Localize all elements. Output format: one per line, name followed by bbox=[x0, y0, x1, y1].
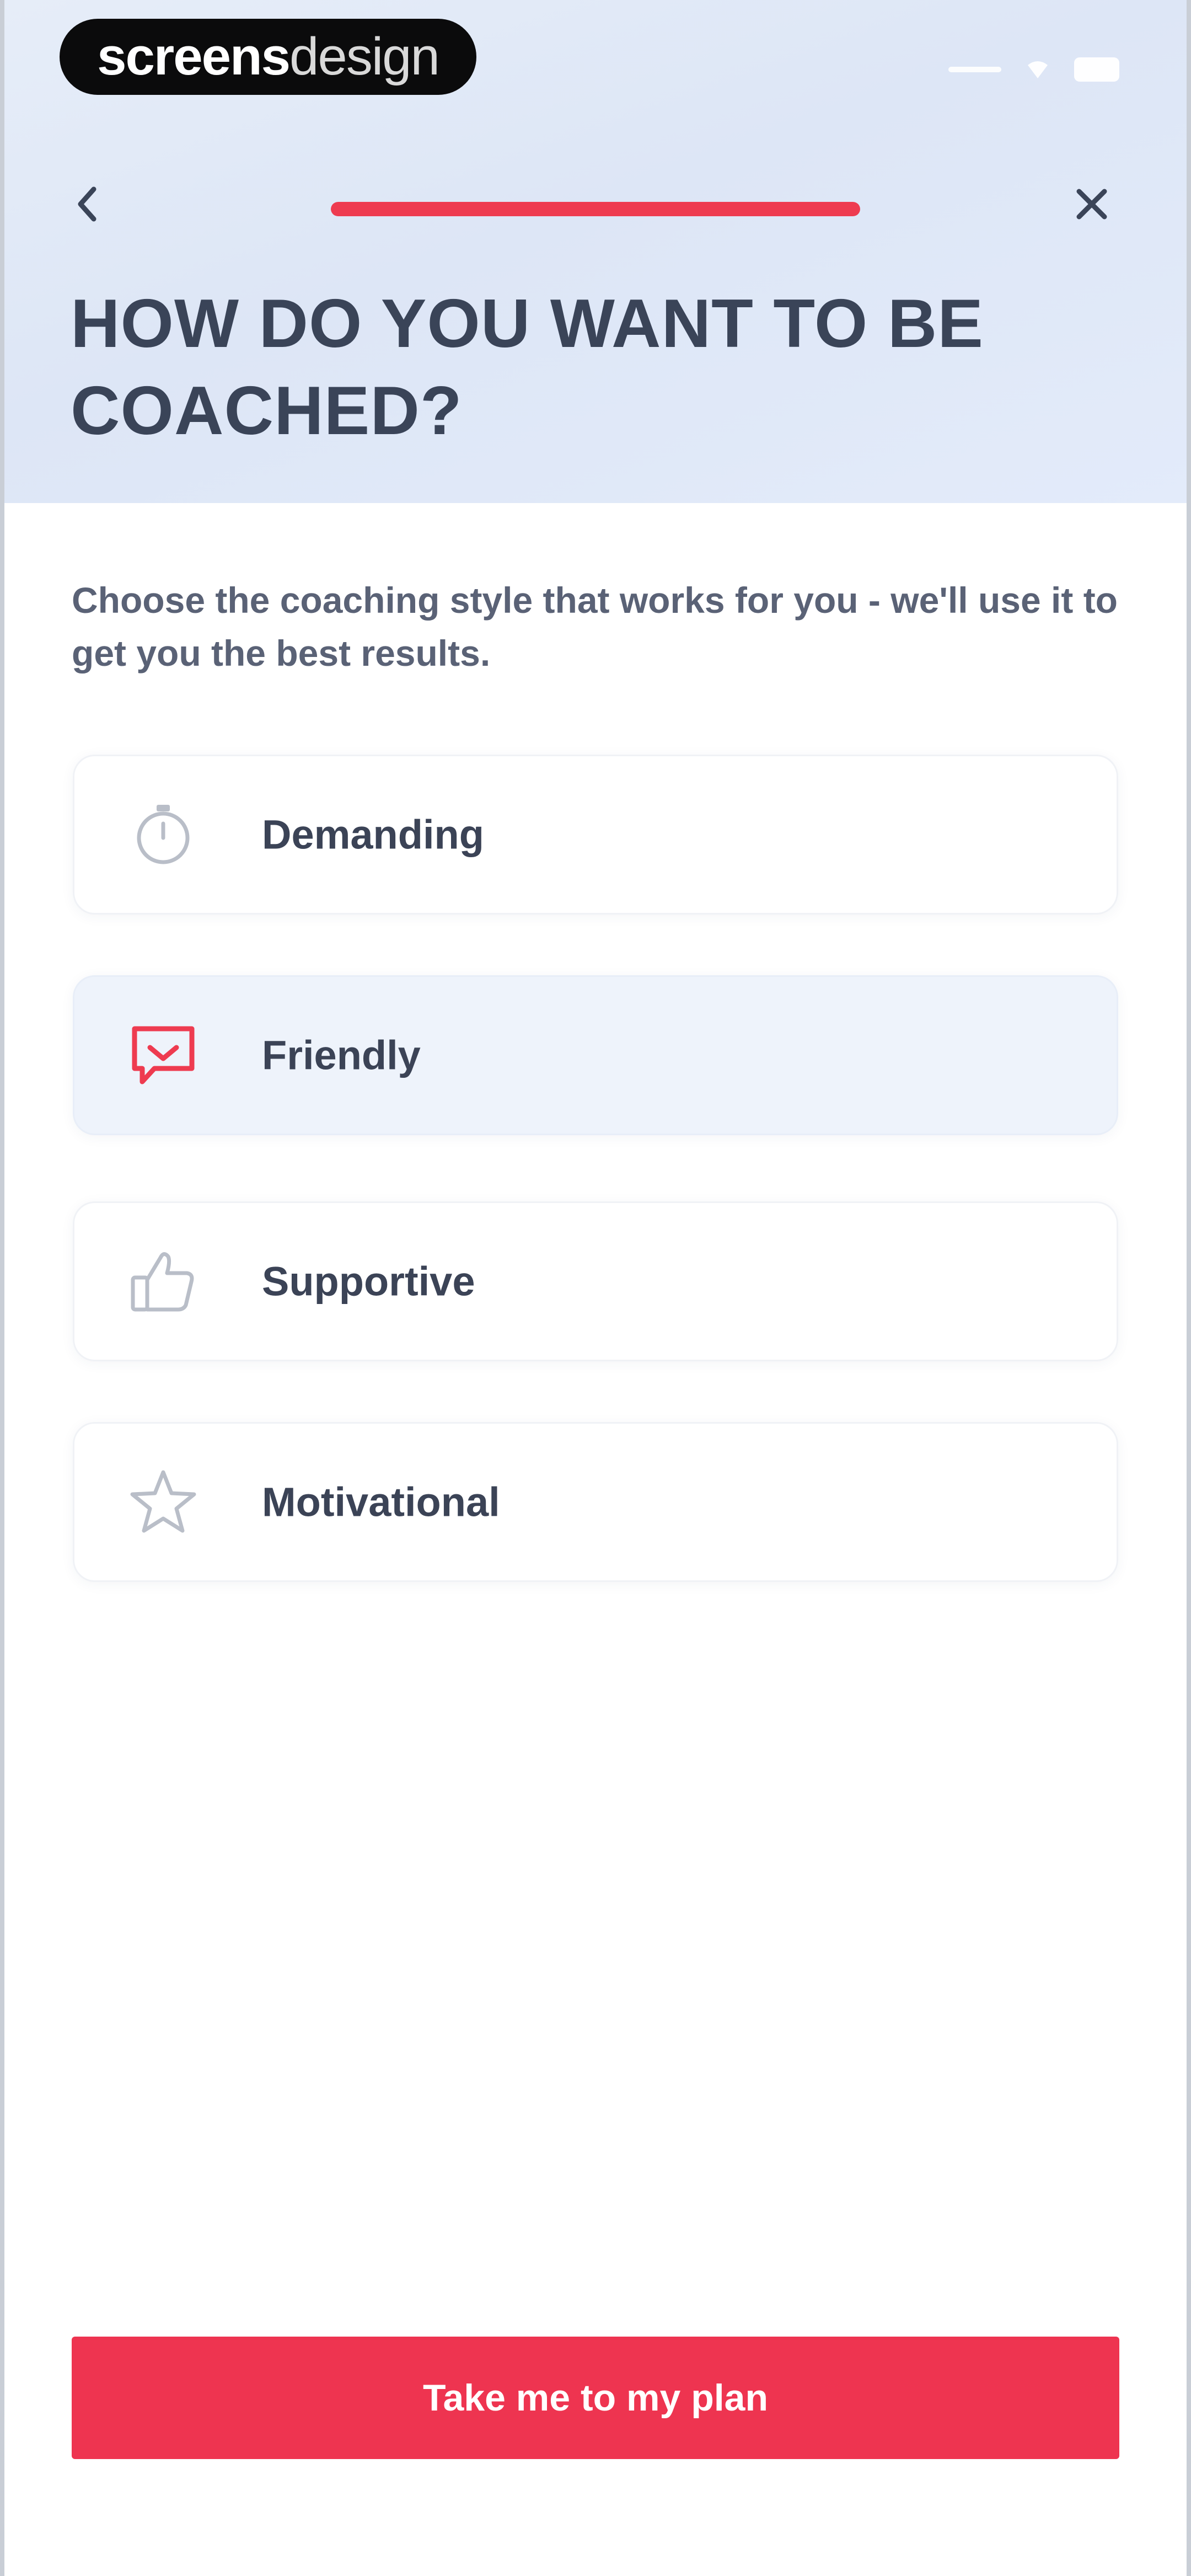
star-icon bbox=[127, 1466, 199, 1538]
status-icons bbox=[948, 53, 1119, 86]
option-friendly[interactable]: Friendly bbox=[73, 975, 1118, 1135]
option-label: Friendly bbox=[262, 1032, 421, 1078]
header-panel: screensdesign HOW DO YOU WANT TO BE COAC… bbox=[0, 0, 1191, 503]
option-demanding[interactable]: Demanding bbox=[73, 755, 1118, 915]
chevron-left-icon bbox=[78, 186, 96, 222]
option-label: Demanding bbox=[262, 811, 484, 858]
option-supportive[interactable]: Supportive bbox=[73, 1201, 1118, 1361]
progress-fill bbox=[331, 202, 860, 216]
progress-bar bbox=[331, 202, 860, 216]
wifi-icon bbox=[1028, 61, 1048, 78]
take-me-to-my-plan-button[interactable]: Take me to my plan bbox=[72, 2337, 1119, 2459]
battery-icon bbox=[1074, 57, 1119, 82]
brand-logo: screensdesign bbox=[60, 19, 476, 95]
option-label: Supportive bbox=[262, 1258, 475, 1305]
page-subtitle: Choose the coaching style that works for… bbox=[72, 580, 1118, 674]
stopwatch-icon bbox=[127, 799, 199, 870]
option-motivational[interactable]: Motivational bbox=[73, 1422, 1118, 1582]
close-icon bbox=[1076, 189, 1107, 220]
thumbs-up-icon bbox=[127, 1246, 199, 1317]
back-button[interactable] bbox=[65, 182, 109, 226]
signal-icon bbox=[948, 67, 1001, 72]
close-button[interactable] bbox=[1070, 182, 1114, 226]
page-title: HOW DO YOU WANT TO BE COACHED? bbox=[71, 286, 984, 449]
option-label: Motivational bbox=[262, 1479, 500, 1525]
chat-heart-icon bbox=[127, 1019, 199, 1091]
